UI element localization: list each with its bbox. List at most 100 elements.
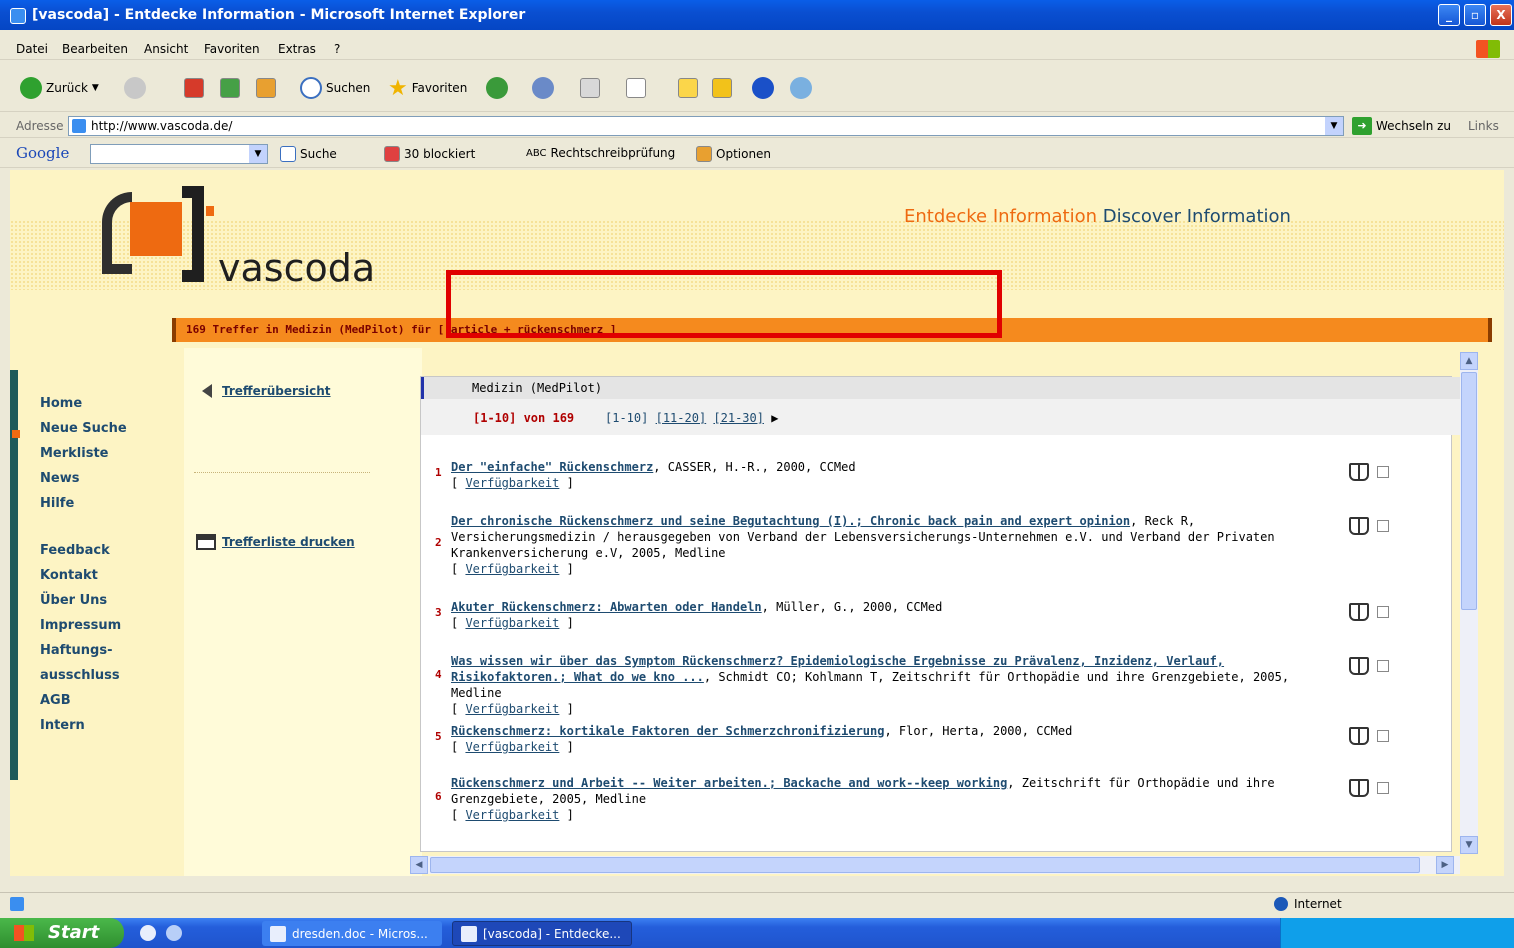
divider — [194, 472, 370, 473]
notes-button[interactable] — [678, 76, 698, 100]
select-checkbox[interactable] — [1377, 730, 1389, 742]
select-checkbox[interactable] — [1377, 660, 1389, 672]
menu-help[interactable]: ? — [334, 42, 340, 56]
nav-kontakt[interactable]: Kontakt — [40, 568, 127, 593]
horizontal-scrollbar[interactable]: ◀ ▶ — [410, 856, 1460, 874]
forward-button[interactable] — [124, 76, 146, 100]
page-link-3[interactable]: [21-30] — [713, 411, 764, 425]
search-button[interactable]: Suchen — [300, 76, 370, 100]
nav-news[interactable]: News — [40, 471, 127, 496]
links-button[interactable]: Links — [1468, 119, 1499, 133]
menu-extras[interactable]: Extras — [278, 42, 316, 56]
popup-blocker-button[interactable]: 30 blockiert — [384, 146, 475, 162]
address-input[interactable]: http://www.vascoda.de/ ▼ — [68, 116, 1344, 136]
task-word[interactable]: dresden.doc - Micros... — [262, 921, 442, 946]
page-link-1[interactable]: [1-10] — [605, 411, 648, 425]
refresh-button[interactable] — [220, 76, 240, 100]
print-button[interactable] — [580, 76, 600, 100]
select-checkbox[interactable] — [1377, 606, 1389, 618]
favorites-button[interactable]: ★ Favoriten — [388, 76, 467, 101]
nav-hilfe[interactable]: Hilfe — [40, 496, 127, 521]
nav-ausschluss[interactable]: ausschluss — [40, 668, 127, 693]
scroll-up-icon[interactable]: ▲ — [1460, 352, 1478, 370]
print-list[interactable]: Trefferliste drucken — [196, 534, 355, 550]
stop-button[interactable] — [184, 76, 204, 100]
result-meta: , Flor, Herta, 2000, CCMed — [884, 724, 1073, 738]
result-title-link[interactable]: Rückenschmerz und Arbeit -- Weiter arbei… — [451, 776, 1007, 790]
note-icon — [678, 78, 698, 98]
mail-button[interactable] — [532, 76, 554, 100]
result-title-link[interactable]: Rückenschmerz: kortikale Faktoren der Sc… — [451, 724, 884, 738]
select-checkbox[interactable] — [1377, 466, 1389, 478]
google-search-input[interactable]: ▼ — [90, 144, 268, 164]
result-title-link[interactable]: Der chronische Rückenschmerz und seine B… — [451, 514, 1130, 528]
bluetooth-button[interactable] — [752, 76, 774, 100]
trefferliste-drucken-link[interactable]: Trefferliste drucken — [222, 535, 355, 549]
nav-impressum[interactable]: Impressum — [40, 618, 127, 643]
select-checkbox[interactable] — [1377, 520, 1389, 532]
go-button[interactable]: ➜ Wechseln zu — [1352, 117, 1451, 135]
home-button[interactable] — [256, 76, 276, 100]
google-search-button[interactable]: Suche — [280, 146, 337, 162]
start-button[interactable]: Start — [0, 918, 124, 948]
book-icon[interactable] — [1349, 779, 1369, 797]
availability-link[interactable]: Verfügbarkeit — [465, 616, 559, 630]
menu-ansicht[interactable]: Ansicht — [144, 42, 188, 56]
nav-neue-suche[interactable]: Neue Suche — [40, 421, 127, 446]
result-number: 1 — [435, 466, 442, 479]
nav-intern[interactable]: Intern — [40, 718, 127, 743]
chevron-down-icon[interactable]: ▼ — [249, 145, 267, 163]
select-checkbox[interactable] — [1377, 782, 1389, 794]
availability: [ Verfügbarkeit ] — [451, 616, 574, 630]
messenger-button[interactable] — [712, 76, 732, 100]
quicklaunch-browser-icon[interactable] — [166, 925, 182, 941]
chevron-down-icon[interactable]: ▼ — [1325, 117, 1343, 135]
scroll-right-icon[interactable]: ▶ — [1436, 856, 1454, 874]
menu-datei[interactable]: Datei — [16, 42, 48, 56]
book-icon[interactable] — [1349, 727, 1369, 745]
scroll-left-icon[interactable]: ◀ — [410, 856, 428, 874]
site-logo[interactable]: vascoda — [218, 246, 375, 290]
back-button[interactable]: Zurück ▼ — [20, 76, 99, 100]
menu-favoriten[interactable]: Favoriten — [204, 42, 260, 56]
menu-bearbeiten[interactable]: Bearbeiten — [62, 42, 128, 56]
task-ie[interactable]: [vascoda] - Entdecke... — [452, 921, 632, 946]
quicklaunch-ie-icon[interactable] — [140, 925, 156, 941]
people-button[interactable] — [790, 76, 812, 100]
spellcheck-button[interactable]: ABC Rechtschreibprüfung — [526, 146, 675, 160]
result-title-link[interactable]: Akuter Rückenschmerz: Abwarten oder Hand… — [451, 600, 762, 614]
availability-link[interactable]: Verfügbarkeit — [465, 702, 559, 716]
vertical-scrollbar[interactable]: ▲ ▼ — [1460, 352, 1478, 854]
page-link-2[interactable]: [11-20] — [656, 411, 707, 425]
vertical-scroll-thumb[interactable] — [1461, 372, 1477, 610]
nav-agb[interactable]: AGB — [40, 693, 127, 718]
book-icon[interactable] — [1349, 463, 1369, 481]
close-button[interactable]: X — [1490, 4, 1512, 26]
back-to-overview[interactable]: Trefferübersicht — [202, 384, 331, 398]
minimize-button[interactable]: _ — [1438, 4, 1460, 26]
refresh-icon — [220, 78, 240, 98]
availability-link[interactable]: Verfügbarkeit — [465, 562, 559, 576]
book-icon[interactable] — [1349, 603, 1369, 621]
availability-link[interactable]: Verfügbarkeit — [465, 476, 559, 490]
history-button[interactable] — [486, 76, 508, 100]
nav-feedback[interactable]: Feedback — [40, 543, 127, 568]
trefferuebersicht-link[interactable]: Trefferübersicht — [222, 384, 331, 398]
nav-merkliste[interactable]: Merkliste — [40, 446, 127, 471]
availability-link[interactable]: Verfügbarkeit — [465, 808, 559, 822]
google-logo[interactable]: Google — [16, 144, 69, 162]
book-icon[interactable] — [1349, 517, 1369, 535]
scroll-down-icon[interactable]: ▼ — [1460, 836, 1478, 854]
result-title-link[interactable]: Der "einfache" Rückenschmerz — [451, 460, 653, 474]
availability-link[interactable]: Verfügbarkeit — [465, 740, 559, 754]
availability: [ Verfügbarkeit ] — [451, 476, 574, 490]
options-button[interactable]: Optionen — [696, 146, 771, 162]
nav-home[interactable]: Home — [40, 396, 127, 421]
book-icon[interactable] — [1349, 657, 1369, 675]
maximize-button[interactable]: ▫ — [1464, 4, 1486, 26]
next-page-icon[interactable]: ▶ — [771, 411, 778, 425]
nav-haftungs[interactable]: Haftungs- — [40, 643, 127, 668]
horizontal-scroll-thumb[interactable] — [430, 857, 1420, 873]
nav-ueber-uns[interactable]: Über Uns — [40, 593, 127, 618]
edit-button[interactable] — [626, 76, 646, 100]
